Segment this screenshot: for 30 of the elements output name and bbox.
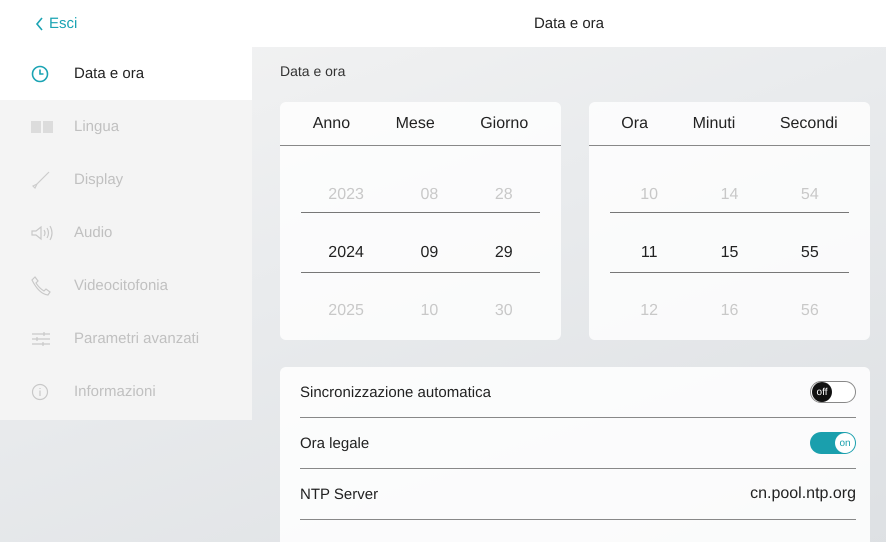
clock-icon: [31, 64, 49, 82]
picker-value[interactable]: 09: [420, 224, 438, 282]
screen-title: Data e ora: [532, 15, 606, 32]
panel-icon: [31, 120, 53, 132]
column-header: Ora: [621, 114, 648, 132]
picker-value[interactable]: 2024: [328, 224, 364, 282]
sidebar-item[interactable]: Data e ora: [0, 47, 252, 100]
picker-value[interactable]: 15: [720, 224, 738, 282]
chevron-left-icon: [35, 16, 44, 30]
setting-value: cn.pool.ntp.org: [750, 485, 856, 503]
column-header: Giorno: [480, 114, 528, 132]
setting-label: NTP Server: [300, 486, 378, 502]
sliders-icon: [31, 330, 51, 346]
phone-icon: [31, 276, 51, 296]
setting-label: Ora legale: [300, 434, 370, 452]
column-header: Anno: [312, 114, 350, 132]
column-header: Mese: [396, 114, 435, 132]
section-title: Data e ora: [280, 63, 346, 81]
picker-value[interactable]: 29: [494, 224, 513, 282]
column-header: Minuti: [692, 114, 736, 132]
speaker-icon: [31, 224, 55, 240]
column-header: Secondi: [780, 114, 838, 132]
picker-value[interactable]: 11: [640, 224, 658, 282]
toggle-switch[interactable]: on: [810, 432, 856, 454]
toggle-switch[interactable]: off: [810, 381, 856, 403]
brush-icon: [31, 170, 51, 190]
picker-value[interactable]: 55: [800, 224, 819, 282]
info-icon: [31, 382, 49, 400]
setting-label: Sincronizzazione automatica: [300, 384, 491, 400]
back-button[interactable]: Esci: [0, 8, 78, 38]
